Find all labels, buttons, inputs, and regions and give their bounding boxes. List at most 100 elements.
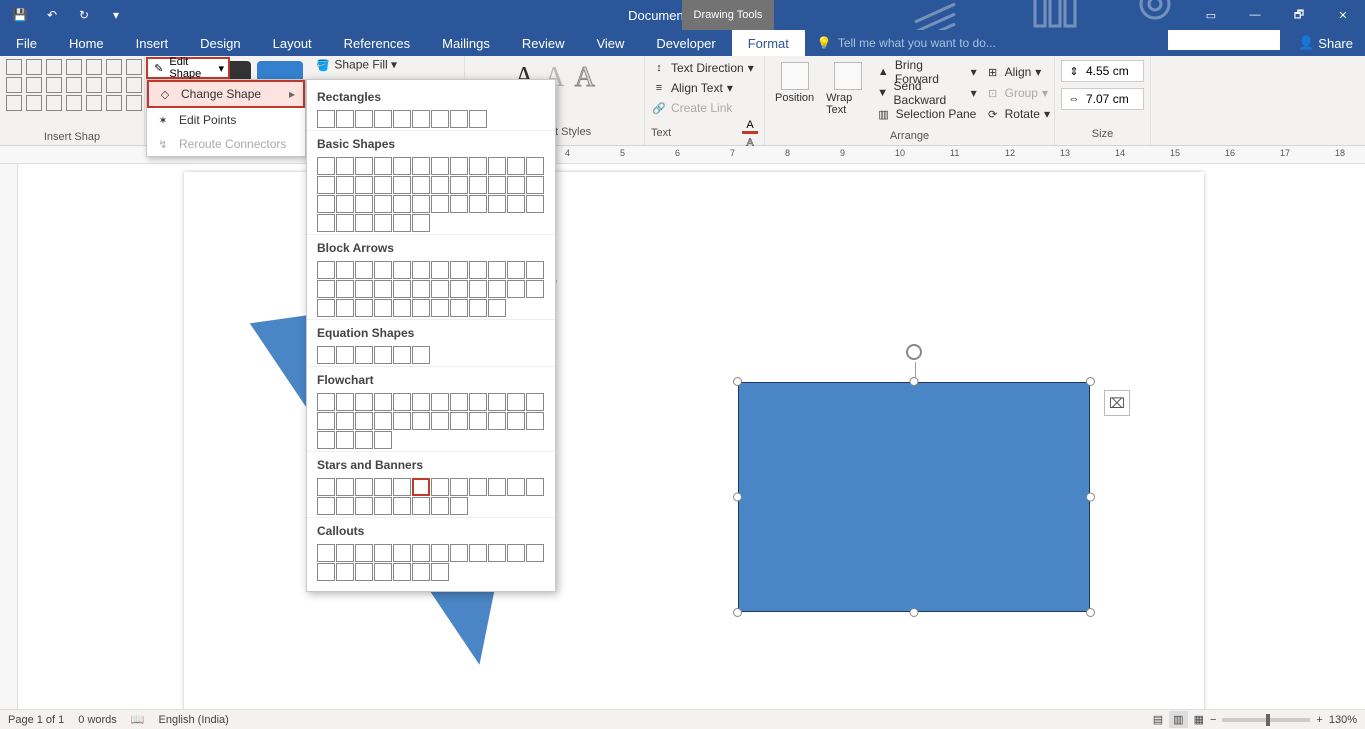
shape-thumbnail[interactable]: [526, 393, 544, 411]
shape-thumbnail[interactable]: [507, 412, 525, 430]
redo-icon[interactable]: ↻: [70, 3, 98, 27]
shape-thumbnail[interactable]: [374, 478, 392, 496]
shape-thumbnail[interactable]: [355, 412, 373, 430]
shape-thumbnail[interactable]: [336, 563, 354, 581]
rotate-button[interactable]: ⟳Rotate ▾: [985, 104, 1050, 124]
shape-thumbnail[interactable]: [507, 393, 525, 411]
shape-thumbnail[interactable]: [526, 544, 544, 562]
shape-thumbnail[interactable]: [507, 478, 525, 496]
shape-thumbnail[interactable]: [317, 431, 335, 449]
shape-thumbnail[interactable]: [355, 299, 373, 317]
shape-thumbnail[interactable]: [355, 157, 373, 175]
tab-layout[interactable]: Layout: [257, 30, 328, 56]
tell-me-search[interactable]: 💡 Tell me what you want to do...: [805, 30, 1168, 56]
text-fill-icon[interactable]: A: [742, 118, 758, 134]
tab-design[interactable]: Design: [184, 30, 256, 56]
zoom-slider[interactable]: [1222, 718, 1310, 722]
shape-thumbnail[interactable]: [374, 431, 392, 449]
zoom-out-icon[interactable]: −: [1210, 714, 1216, 726]
shape-thumbnail[interactable]: [450, 412, 468, 430]
shape-thumbnail[interactable]: [393, 563, 411, 581]
share-button[interactable]: 👤 Share: [1286, 30, 1365, 56]
shape-thumbnail[interactable]: [469, 544, 487, 562]
shape-thumbnail[interactable]: [507, 157, 525, 175]
shape-thumbnail[interactable]: [393, 280, 411, 298]
shape-thumbnail[interactable]: [317, 214, 335, 232]
shape-thumbnail[interactable]: [488, 544, 506, 562]
shape-thumbnail[interactable]: [355, 214, 373, 232]
shape-thumbnail[interactable]: [450, 299, 468, 317]
shape-thumbnail[interactable]: [526, 157, 544, 175]
shape-thumbnail[interactable]: [355, 393, 373, 411]
shape-thumbnail[interactable]: [431, 261, 449, 279]
shape-thumbnail[interactable]: [431, 412, 449, 430]
shape-thumbnail[interactable]: [336, 497, 354, 515]
menu-reroute-connectors[interactable]: ↯ Reroute Connectors: [147, 132, 305, 156]
shape-thumbnail[interactable]: [355, 478, 373, 496]
layout-options-button[interactable]: ⌧: [1104, 390, 1130, 416]
shape-thumbnail[interactable]: [526, 478, 544, 496]
shape-thumbnail[interactable]: [393, 110, 411, 128]
position-button[interactable]: Position: [769, 58, 820, 124]
shape-thumbnail[interactable]: [431, 195, 449, 213]
shape-thumbnail[interactable]: [374, 563, 392, 581]
shape-thumbnail[interactable]: [317, 412, 335, 430]
shape-thumbnail[interactable]: [374, 497, 392, 515]
shape-thumbnail[interactable]: [469, 280, 487, 298]
resize-handle-nw[interactable]: [733, 377, 742, 386]
align-button[interactable]: ⊞Align ▾: [985, 62, 1050, 82]
shape-thumbnail[interactable]: [488, 280, 506, 298]
shape-thumbnail[interactable]: [431, 544, 449, 562]
tab-file[interactable]: File: [0, 30, 53, 56]
resize-handle-n[interactable]: [910, 377, 919, 386]
shape-thumbnail[interactable]: [469, 176, 487, 194]
shape-width-input[interactable]: ⇔7.07 cm: [1061, 88, 1144, 110]
shape-thumbnail[interactable]: [450, 497, 468, 515]
shape-thumbnail[interactable]: [374, 110, 392, 128]
shape-thumbnail[interactable]: [317, 393, 335, 411]
shape-thumbnail[interactable]: [412, 478, 430, 496]
resize-handle-e[interactable]: [1086, 493, 1095, 502]
shape-thumbnail[interactable]: [450, 393, 468, 411]
shape-thumbnail[interactable]: [374, 280, 392, 298]
tab-references[interactable]: References: [328, 30, 426, 56]
shape-thumbnail[interactable]: [412, 261, 430, 279]
status-language[interactable]: English (India): [159, 714, 229, 726]
shape-thumbnail[interactable]: [412, 157, 430, 175]
shape-thumbnail[interactable]: [469, 412, 487, 430]
shape-thumbnail[interactable]: [507, 176, 525, 194]
tab-insert[interactable]: Insert: [120, 30, 185, 56]
tab-format[interactable]: Format: [732, 30, 805, 56]
shape-thumbnail[interactable]: [469, 195, 487, 213]
shape-thumbnail[interactable]: [488, 412, 506, 430]
read-mode-icon[interactable]: ▤: [1153, 713, 1163, 726]
shape-thumbnail[interactable]: [355, 261, 373, 279]
resize-handle-s[interactable]: [910, 608, 919, 617]
text-direction-button[interactable]: ↕Text Direction ▾: [651, 58, 758, 78]
shape-thumbnail[interactable]: [526, 412, 544, 430]
undo-icon[interactable]: ↶: [38, 3, 66, 27]
shape-thumbnail[interactable]: [469, 299, 487, 317]
shape-thumbnail[interactable]: [336, 157, 354, 175]
shape-thumbnail[interactable]: [488, 261, 506, 279]
shape-thumbnail[interactable]: [393, 214, 411, 232]
shape-thumbnail[interactable]: [355, 431, 373, 449]
shape-thumbnail[interactable]: [431, 110, 449, 128]
shape-thumbnail[interactable]: [393, 157, 411, 175]
shape-thumbnail[interactable]: [374, 299, 392, 317]
shape-thumbnail[interactable]: [355, 110, 373, 128]
selection-pane-button[interactable]: ▥Selection Pane: [876, 104, 977, 124]
shape-thumbnail[interactable]: [317, 157, 335, 175]
tab-home[interactable]: Home: [53, 30, 120, 56]
shape-thumbnail[interactable]: [374, 176, 392, 194]
qat-customize-icon[interactable]: ▾: [102, 3, 130, 27]
proofing-icon[interactable]: 📖: [131, 713, 145, 726]
resize-handle-ne[interactable]: [1086, 377, 1095, 386]
shape-thumbnail[interactable]: [317, 544, 335, 562]
shape-thumbnail[interactable]: [469, 393, 487, 411]
group-button[interactable]: ⊡Group ▾: [985, 83, 1050, 103]
shape-thumbnail[interactable]: [526, 176, 544, 194]
shape-thumbnail[interactable]: [526, 280, 544, 298]
shape-thumbnail[interactable]: [412, 195, 430, 213]
shape-thumbnail[interactable]: [526, 261, 544, 279]
